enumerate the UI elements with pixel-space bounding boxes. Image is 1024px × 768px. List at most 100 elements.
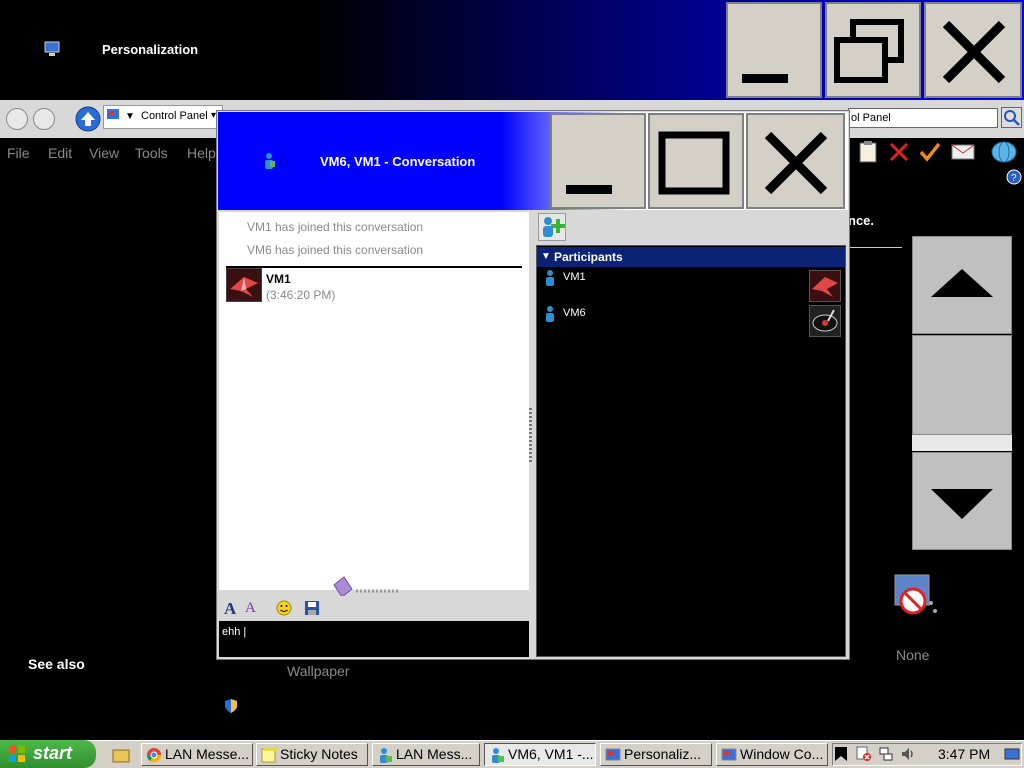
wallpaper-link[interactable]: Wallpaper: [287, 663, 350, 679]
breadcrumb-item-control-panel[interactable]: Control Panel: [141, 110, 208, 122]
conversation-maximize-button[interactable]: [648, 113, 744, 209]
show-desktop-icon[interactable]: [1004, 746, 1020, 762]
restore-button[interactable]: [825, 2, 921, 98]
participant-name: VM1: [563, 271, 586, 283]
taskbar-button[interactable]: Sticky Notes: [256, 743, 368, 766]
avatar: [809, 305, 841, 337]
mail-icon[interactable]: [950, 140, 976, 164]
shield-icon: [225, 699, 237, 713]
clock[interactable]: 3:47 PM: [938, 746, 990, 762]
taskbar-button[interactable]: LAN Messe...: [141, 743, 253, 766]
windows-logo-icon: [9, 746, 25, 762]
breadcrumb[interactable]: ▼ Control Panel ▾: [103, 105, 223, 129]
bookmark-icon[interactable]: [834, 746, 848, 762]
formatting-toolbar: [219, 596, 529, 620]
back-icon[interactable]: [6, 108, 28, 130]
scroll-down-button[interactable]: [912, 452, 1012, 550]
scrollbar-track[interactable]: [912, 335, 1012, 435]
window-color-icon: [721, 748, 737, 761]
chrome-icon: [146, 748, 162, 763]
menu-view[interactable]: View: [89, 145, 119, 161]
security-alert-icon[interactable]: [856, 746, 872, 762]
conversation-title: VM6, VM1 - Conversation: [320, 154, 476, 169]
volume-icon[interactable]: [900, 746, 916, 762]
close-button[interactable]: [924, 2, 1022, 98]
messenger-icon: [492, 748, 504, 763]
arrow-up-icon: [931, 269, 993, 297]
taskbar-button[interactable]: Personaliz...: [600, 743, 712, 766]
monitor-icon: [44, 41, 60, 56]
user-icon: [546, 306, 554, 322]
start-label: start: [33, 743, 73, 763]
taskbar-button-label: Personaliz...: [624, 746, 702, 762]
close-icon: [764, 131, 828, 195]
network-globe-icon[interactable]: [990, 139, 1018, 165]
taskbar-button-label: Window Co...: [740, 746, 824, 762]
origami-crane-icon: [227, 269, 261, 301]
message-divider: [226, 266, 522, 268]
arrow-down-icon: [931, 489, 993, 519]
minimize-button[interactable]: [726, 2, 822, 98]
quick-launch-icon[interactable]: [112, 746, 130, 764]
chevron-down-icon: ▼: [125, 111, 135, 122]
taskbar-button[interactable]: Window Co...: [716, 743, 828, 766]
message-sender: VM1: [266, 272, 291, 286]
svg-text:?: ?: [1011, 173, 1017, 184]
network-icon[interactable]: [878, 746, 894, 762]
taskbar-button[interactable]: LAN Mess...: [372, 743, 480, 766]
menu-tools[interactable]: Tools: [135, 145, 168, 161]
pane-splitter[interactable]: [529, 408, 532, 462]
minimize-icon: [742, 74, 788, 83]
checkmark-icon[interactable]: [918, 140, 942, 164]
taskbar-button-label: LAN Messe...: [165, 746, 250, 762]
forward-icon[interactable]: [33, 108, 55, 130]
add-participant-button[interactable]: [538, 213, 566, 241]
sticky-notes-icon: [261, 748, 277, 763]
start-button[interactable]: start: [0, 740, 96, 768]
smiley-icon[interactable]: [276, 600, 292, 616]
screensaver-icon[interactable]: [889, 573, 939, 623]
clipboard-icon[interactable]: [856, 140, 880, 164]
collapse-icon: ▼: [541, 251, 551, 262]
taskbar-button-active[interactable]: VM6, VM1 -...: [484, 743, 596, 766]
participants-header[interactable]: ▼ Participants: [537, 247, 845, 267]
turntable-icon: [810, 306, 840, 336]
scrollbar-thumb[interactable]: [912, 435, 1012, 451]
help-icon[interactable]: ?: [1006, 169, 1022, 185]
scroll-up-button[interactable]: [912, 236, 1012, 334]
personalization-icon: [605, 748, 621, 761]
search-button[interactable]: [1001, 107, 1022, 128]
minimize-icon: [566, 185, 612, 194]
message-timestamp: (3:46:20 PM): [266, 288, 336, 302]
maximize-icon: [658, 131, 730, 195]
see-also-heading: See also: [28, 656, 85, 672]
restore-icon: [834, 19, 904, 83]
system-message: VM1 has joined this conversation: [247, 220, 424, 234]
divider: [848, 247, 902, 248]
origami-crane-icon: [810, 271, 840, 301]
up-icon[interactable]: [75, 106, 101, 132]
conversation-minimize-button[interactable]: [550, 113, 646, 209]
messenger-icon: [265, 153, 275, 169]
messenger-icon: [380, 748, 392, 763]
user-icon: [546, 270, 554, 286]
message-history-pane[interactable]: [219, 212, 529, 590]
window-title: Personalization: [102, 42, 199, 57]
message-input[interactable]: ehh |: [219, 621, 529, 657]
font-icon[interactable]: A: [224, 599, 236, 619]
font-color-icon[interactable]: A: [245, 600, 256, 617]
close-icon: [942, 20, 1006, 84]
add-contact-icon: [543, 217, 565, 237]
menu-file[interactable]: File: [7, 145, 30, 161]
menu-help[interactable]: Help: [187, 145, 216, 161]
search-input[interactable]: ol Panel: [848, 108, 998, 128]
avatar: [809, 270, 841, 302]
delete-icon[interactable]: [887, 140, 911, 164]
taskbar-button-label: VM6, VM1 -...: [508, 746, 594, 762]
menu-edit[interactable]: Edit: [48, 145, 72, 161]
conversation-close-button[interactable]: [746, 113, 845, 209]
screensaver-label[interactable]: None: [896, 647, 929, 663]
save-icon[interactable]: [304, 600, 320, 616]
taskbar-button-label: LAN Mess...: [396, 746, 473, 762]
search-icon: [1004, 110, 1020, 126]
